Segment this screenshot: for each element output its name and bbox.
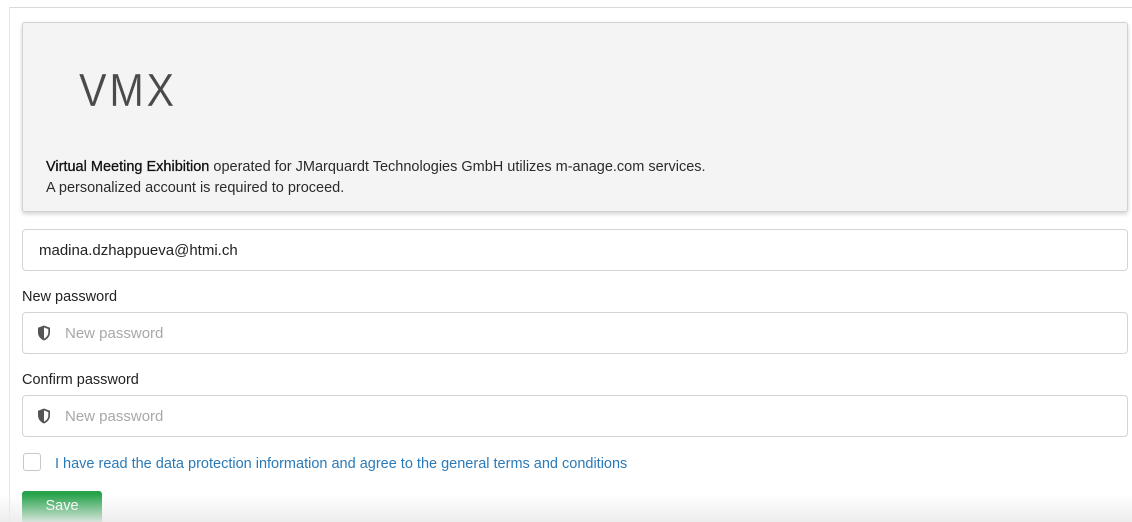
email-input[interactable] bbox=[39, 230, 1127, 270]
terms-checkbox[interactable] bbox=[23, 453, 41, 471]
event-name: Virtual Meeting Exhibition bbox=[46, 159, 210, 175]
shield-icon bbox=[38, 325, 50, 341]
confirm-password-field[interactable] bbox=[22, 395, 1128, 437]
frame-left-border bbox=[9, 7, 10, 522]
new-password-label: New password bbox=[22, 289, 118, 305]
header-card: VMX Virtual Meeting Exhibition operated … bbox=[22, 22, 1128, 212]
intro-rest: operated for JMarquardt Technologies Gmb… bbox=[209, 159, 706, 175]
intro-line-1: Virtual Meeting Exhibition operated for … bbox=[46, 157, 706, 178]
save-button[interactable]: Save bbox=[22, 491, 102, 522]
shield-icon bbox=[38, 408, 50, 424]
confirm-password-label: Confirm password bbox=[22, 372, 139, 388]
email-field[interactable] bbox=[22, 229, 1128, 271]
confirm-password-input[interactable] bbox=[65, 396, 1127, 436]
new-password-field[interactable] bbox=[22, 312, 1128, 354]
new-password-input[interactable] bbox=[65, 313, 1127, 353]
vmx-logo: VMX bbox=[79, 64, 177, 116]
intro-line-2: A personalized account is required to pr… bbox=[46, 180, 345, 196]
terms-link[interactable]: I have read the data protection informat… bbox=[55, 456, 627, 472]
intro-text: Virtual Meeting Exhibition operated for … bbox=[46, 157, 706, 199]
bottom-shadow bbox=[0, 494, 1132, 522]
frame-top-border bbox=[9, 7, 1132, 8]
